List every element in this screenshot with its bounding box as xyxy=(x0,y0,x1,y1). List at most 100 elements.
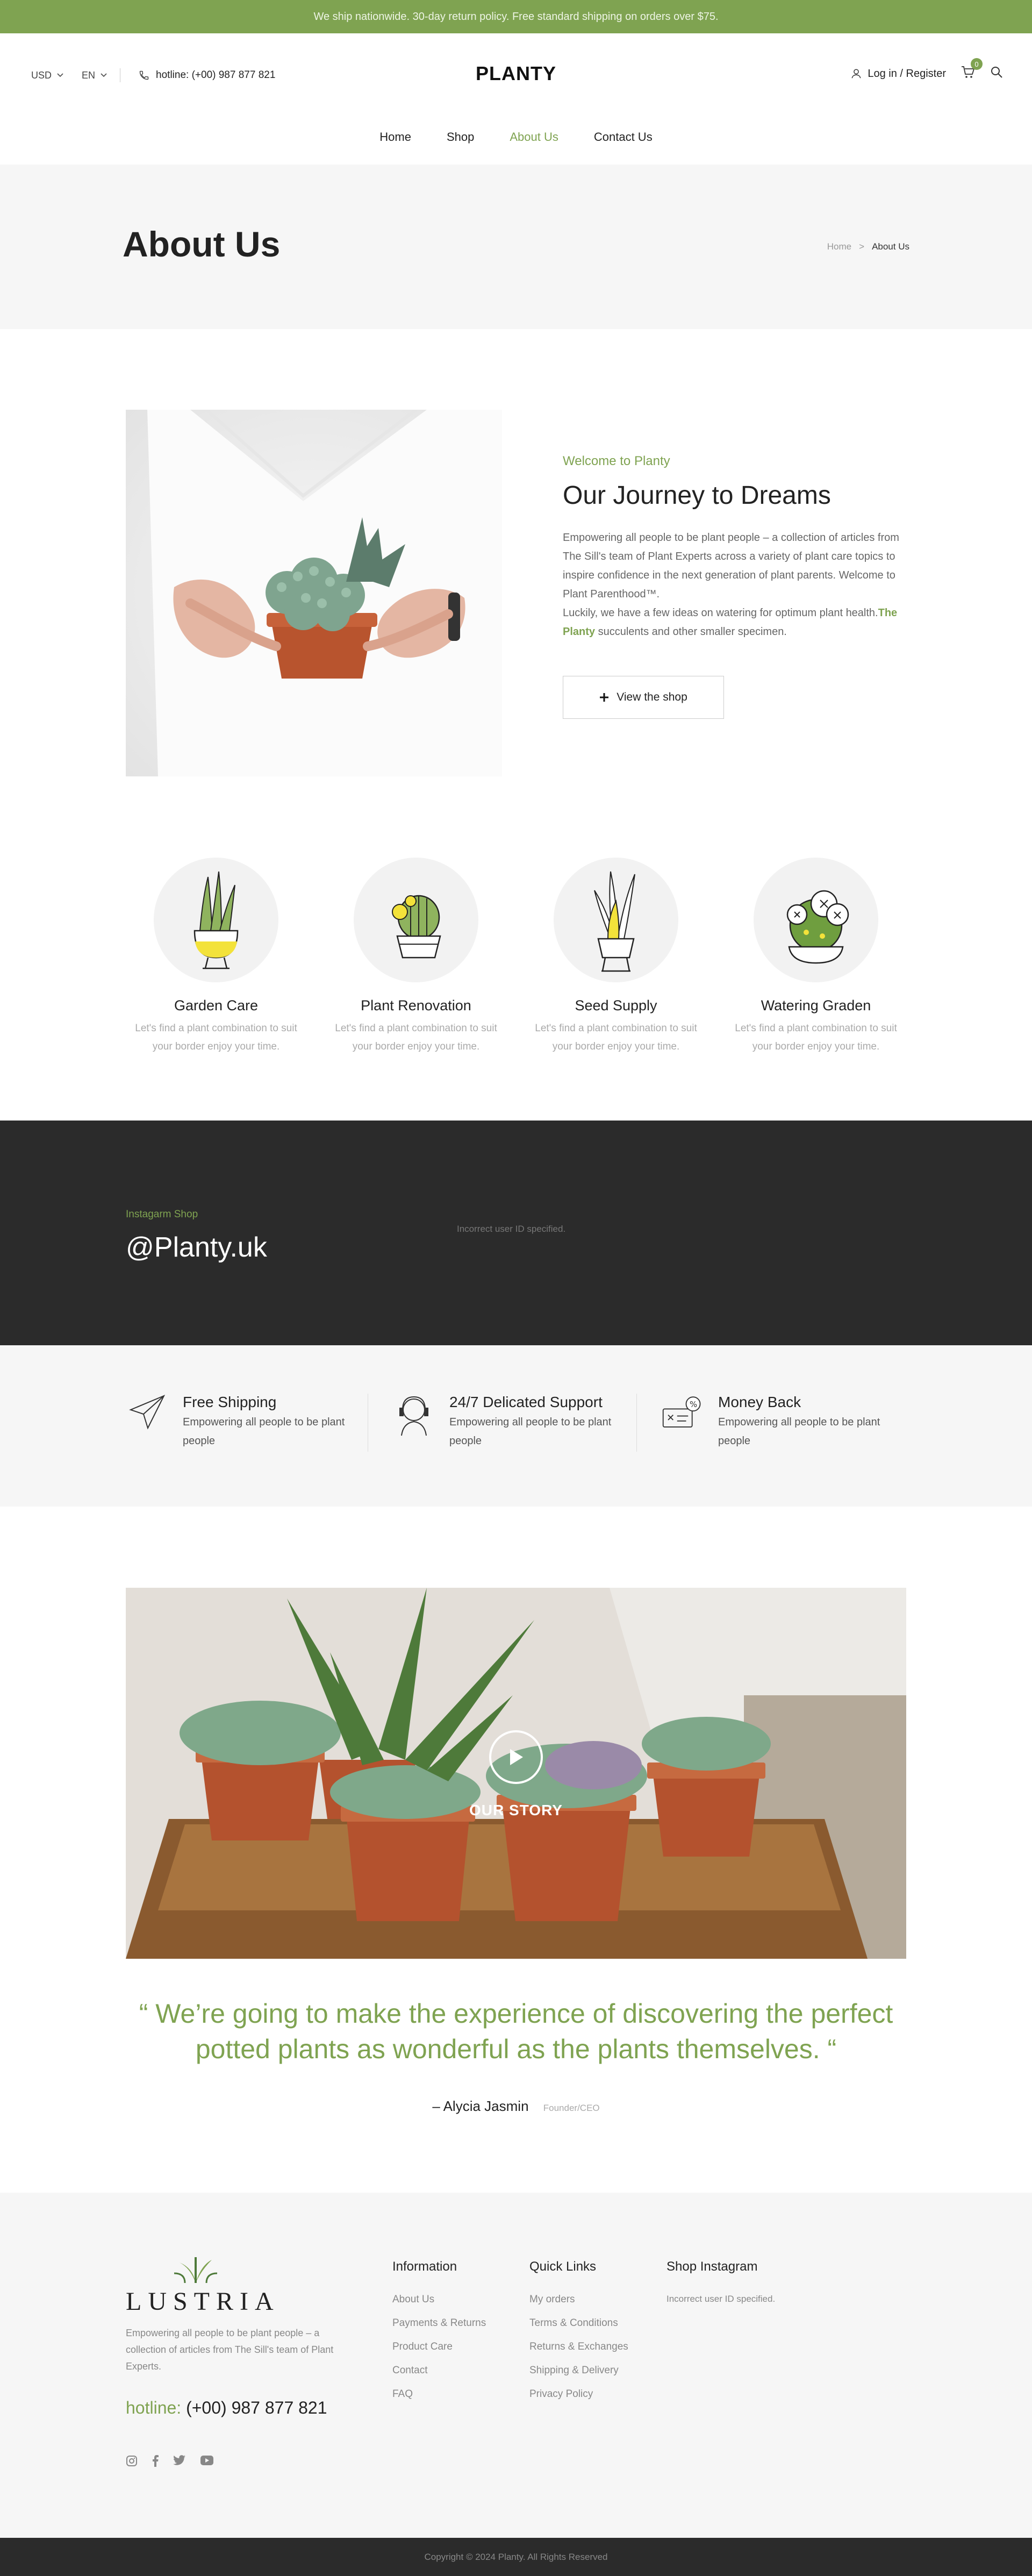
search-icon xyxy=(991,67,1002,78)
footer-quick-links-column: Quick Links My orders Terms & Conditions… xyxy=(529,2259,628,2412)
user-icon xyxy=(851,69,861,79)
footer-link-payments-returns[interactable]: Payments & Returns xyxy=(392,2317,486,2329)
feature-text: Let's find a plant combination to suit y… xyxy=(335,1023,497,1052)
money-back-icon: % xyxy=(662,1396,701,1428)
cart-count-badge: 0 xyxy=(971,58,983,70)
feature-text: Let's find a plant combination to suit y… xyxy=(535,1023,697,1052)
service-text: Empowering all people to be plant people xyxy=(449,1416,612,1447)
nav-home[interactable]: Home xyxy=(379,130,411,144)
intro-kicker: Welcome to Planty xyxy=(563,454,670,468)
plant-logo-icon xyxy=(174,2257,218,2284)
announcement-bar: We ship nationwide. 30-day return policy… xyxy=(0,0,1032,33)
instagram-section: Instagarm Shop @Planty.uk Incorrect user… xyxy=(0,1121,1032,1345)
intro-para1: Empowering all people to be plant people… xyxy=(563,532,899,600)
service-support: 24/7 Delicated Support Empowering all peo… xyxy=(392,1394,627,1451)
feature-garden-care: Garden Care Let's find a plant combinati… xyxy=(125,858,307,1056)
feature-watering-garden: Watering Graden Let's find a plant combi… xyxy=(725,858,907,1056)
service-text: Empowering all people to be plant people xyxy=(183,1416,345,1447)
founder-quote: “ We’re going to make the experience of … xyxy=(139,1999,893,2064)
feature-title: Seed Supply xyxy=(575,997,657,1014)
feature-seed-supply: Seed Supply Let's find a plant combinati… xyxy=(525,858,707,1056)
nav-about-us[interactable]: About Us xyxy=(510,130,558,144)
footer-link-contact[interactable]: Contact xyxy=(392,2365,486,2377)
feature-title: Watering Graden xyxy=(761,997,871,1014)
breadcrumb-current: About Us xyxy=(872,241,909,252)
login-label: Log in / Register xyxy=(868,67,946,80)
footer-instagram-error: Incorrect user ID specified. xyxy=(666,2294,776,2304)
instagram-icon[interactable] xyxy=(126,2455,138,2467)
footer-link-shipping[interactable]: Shipping & Delivery xyxy=(529,2365,628,2377)
footer-hotline[interactable]: hotline: (+00) 987 877 821 xyxy=(126,2398,327,2418)
view-shop-button[interactable]: View the shop xyxy=(563,676,724,719)
instagram-handle[interactable]: @Planty.uk xyxy=(126,1231,267,1264)
service-title: Free Shipping xyxy=(183,1394,277,1410)
instagram-error: Incorrect user ID specified. xyxy=(457,1224,566,1234)
facebook-icon[interactable] xyxy=(152,2455,159,2467)
breadcrumb: Home > About Us xyxy=(827,241,909,252)
view-shop-label: View the shop xyxy=(617,691,687,703)
footer-link-faq[interactable]: FAQ xyxy=(392,2388,486,2400)
plus-icon xyxy=(600,693,609,702)
footer-column-title: Quick Links xyxy=(529,2259,597,2274)
feature-icon-circle xyxy=(554,858,678,982)
service-text: Empowering all people to be plant people xyxy=(718,1416,880,1447)
divider xyxy=(636,1394,637,1452)
footer-logo[interactable]: LUSTRIA xyxy=(126,2257,280,2316)
play-button[interactable] xyxy=(489,1730,543,1784)
services-section: Free Shipping Empowering all people to be… xyxy=(0,1345,1032,1507)
round-cactus-icon xyxy=(786,890,849,964)
feature-icon-circle xyxy=(154,858,278,982)
footer-link-my-orders[interactable]: My orders xyxy=(529,2294,628,2306)
nav-contact-us[interactable]: Contact Us xyxy=(594,130,653,144)
footer-link-returns[interactable]: Returns & Exchanges xyxy=(529,2341,628,2353)
intro-text-block: Welcome to Planty Our Journey to Dreams … xyxy=(563,454,907,719)
search-button[interactable] xyxy=(990,66,1003,82)
cactus-pot-icon xyxy=(392,895,441,959)
intro-image xyxy=(126,410,502,776)
quote-author: – Alycia Jasmin xyxy=(432,2098,529,2114)
instagram-kicker: Instagarm Shop xyxy=(126,1209,198,1220)
footer-hotline-number: (+00) 987 877 821 xyxy=(186,2398,327,2417)
login-register-link[interactable]: Log in / Register xyxy=(850,68,946,80)
site-footer: LUSTRIA Empowering all people to be plan… xyxy=(0,2193,1032,2538)
intro-heading: Our Journey to Dreams xyxy=(563,481,831,510)
page-title-section: About Us Home > About Us xyxy=(0,165,1032,329)
footer-information-column: Information About Us Payments & Returns … xyxy=(392,2259,486,2412)
footer-hotline-label: hotline: xyxy=(126,2398,182,2417)
site-header: USD EN hotline: (+00) 987 877 821 PLANTY… xyxy=(0,33,1032,165)
story-label: OUR STORY xyxy=(469,1802,563,1818)
footer-link-terms[interactable]: Terms & Conditions xyxy=(529,2317,628,2329)
footer-description: Empowering all people to be plant people… xyxy=(126,2328,334,2372)
footer-link-privacy[interactable]: Privacy Policy xyxy=(529,2388,628,2400)
nav-shop[interactable]: Shop xyxy=(447,130,474,144)
feature-icon-circle xyxy=(754,858,878,982)
service-money-back: % Money Back Empowering all people to be … xyxy=(661,1394,895,1451)
support-agent-icon xyxy=(399,1396,428,1436)
paper-plane-icon xyxy=(129,1395,166,1430)
feature-text: Let's find a plant combination to suit y… xyxy=(735,1023,897,1052)
svg-text:%: % xyxy=(690,1400,697,1409)
cart-button[interactable]: 0 xyxy=(961,58,983,82)
twitter-icon[interactable] xyxy=(173,2455,186,2466)
footer-link-about-us[interactable]: About Us xyxy=(392,2294,486,2306)
feature-plant-renovation: Plant Renovation Let's find a plant comb… xyxy=(325,858,507,1056)
feature-icon-circle xyxy=(354,858,478,982)
youtube-icon[interactable] xyxy=(200,2455,214,2466)
footer-link-product-care[interactable]: Product Care xyxy=(392,2341,486,2353)
feature-text: Let's find a plant combination to suit y… xyxy=(135,1023,297,1052)
intro-paragraph: Empowering all people to be plant people… xyxy=(563,529,907,641)
announcement-text: We ship nationwide. 30-day return policy… xyxy=(313,10,719,23)
footer-instagram-column: Shop Instagram Incorrect user ID specifi… xyxy=(666,2259,775,2304)
footer-column-title: Shop Instagram xyxy=(666,2259,758,2274)
story-video[interactable]: OUR STORY xyxy=(126,1588,906,1959)
sansevieria-pot-icon xyxy=(594,871,635,972)
quote-author-line: – Alycia Jasmin Founder/CEO xyxy=(0,2098,1032,2115)
breadcrumb-separator: > xyxy=(859,241,865,252)
copyright-bar: Copyright © 2024 Planty. All Rights Rese… xyxy=(0,2538,1032,2576)
intro-para2-start: Luckily, we have a few ideas on watering… xyxy=(563,607,878,619)
quote-author-role: Founder/CEO xyxy=(543,2103,600,2113)
woman-holding-succulent-image xyxy=(126,410,502,776)
service-title: 24/7 Delicated Support xyxy=(449,1394,603,1410)
breadcrumb-home[interactable]: Home xyxy=(827,241,851,252)
service-title: Money Back xyxy=(718,1394,801,1410)
